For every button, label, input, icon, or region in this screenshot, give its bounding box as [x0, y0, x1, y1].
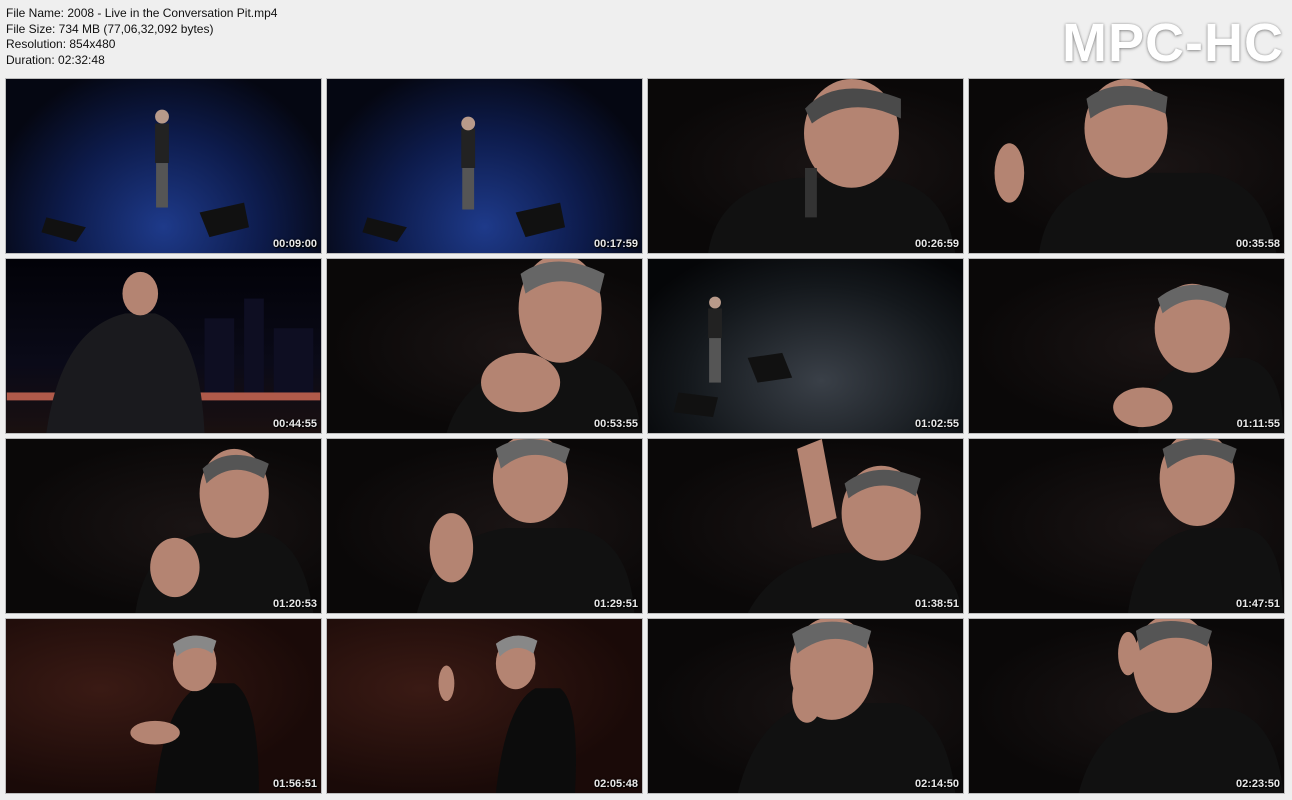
thumbnail[interactable]: 02:14:50	[647, 618, 964, 794]
performer-closeup-image	[708, 79, 956, 253]
thumbnail[interactable]: 01:47:51	[968, 438, 1285, 614]
performer-crowd-image	[438, 635, 576, 793]
thumbnail[interactable]: 01:11:55	[968, 258, 1285, 434]
thumbnail[interactable]: 01:29:51	[326, 438, 643, 614]
thumbnail[interactable]: 01:38:51	[647, 438, 964, 614]
city-backdrop-image	[6, 271, 321, 433]
stage-figure-image	[673, 296, 793, 418]
file-size: File Size: 734 MB (77,06,32,092 bytes)	[6, 21, 214, 36]
thumbnail[interactable]: 01:56:51	[5, 618, 322, 794]
performer-closeup-image	[747, 439, 963, 613]
performer-closeup-image	[135, 448, 314, 613]
thumbnail-grid: 00:09:00 00:17:59 00:26:59 00:35:58 00:4…	[5, 78, 1285, 794]
thumbnail[interactable]: 00:09:00	[5, 78, 322, 254]
thumbnail[interactable]: 00:53:55	[326, 258, 643, 434]
performer-closeup-image	[1113, 283, 1284, 433]
thumbnail[interactable]: 00:26:59	[647, 78, 964, 254]
thumbnail[interactable]: 02:23:50	[968, 618, 1285, 794]
duration: Duration: 02:32:48	[6, 52, 105, 67]
timestamp: 02:23:50	[1235, 778, 1280, 790]
timestamp: 00:17:59	[593, 238, 638, 250]
resolution: Resolution: 854x480	[6, 37, 116, 51]
file-name: File Name: 2008 - Live in the Conversati…	[6, 6, 278, 20]
thumbnail[interactable]: 01:20:53	[5, 438, 322, 614]
timestamp: 00:35:58	[1235, 238, 1280, 250]
timestamp: 02:05:48	[593, 778, 638, 790]
thumbnail[interactable]: 00:44:55	[5, 258, 322, 434]
thumbnail[interactable]: 00:35:58	[968, 78, 1285, 254]
performer-crowd-image	[130, 635, 259, 793]
timestamp: 01:38:51	[914, 598, 959, 610]
timestamp: 01:56:51	[272, 778, 317, 790]
mpc-hc-logo: MPC-HC	[1062, 13, 1284, 73]
timestamp: 00:53:55	[593, 418, 638, 430]
timestamp: 01:29:51	[593, 598, 638, 610]
timestamp: 00:26:59	[914, 238, 959, 250]
timestamp: 00:09:00	[272, 238, 317, 250]
timestamp: 01:11:55	[1236, 418, 1280, 430]
timestamp: 02:14:50	[914, 778, 959, 790]
thumbnail[interactable]: 01:02:55	[647, 258, 964, 434]
performer-closeup-image	[994, 79, 1277, 253]
performer-closeup-image	[1127, 439, 1284, 613]
timestamp: 00:44:55	[272, 418, 317, 430]
thumbnail[interactable]: 00:17:59	[326, 78, 643, 254]
performer-closeup-image	[416, 439, 635, 613]
stage-figure-image	[41, 109, 250, 243]
performer-closeup-image	[446, 259, 642, 433]
thumbnail[interactable]: 02:05:48	[326, 618, 643, 794]
timestamp: 01:47:51	[1235, 598, 1280, 610]
performer-closeup-image	[1078, 619, 1284, 793]
performer-closeup-image	[737, 619, 956, 793]
stage-figure-image	[362, 116, 566, 243]
timestamp: 01:20:53	[272, 598, 317, 610]
timestamp: 01:02:55	[914, 418, 959, 430]
file-info: File Name: 2008 - Live in the Conversati…	[6, 6, 277, 68]
